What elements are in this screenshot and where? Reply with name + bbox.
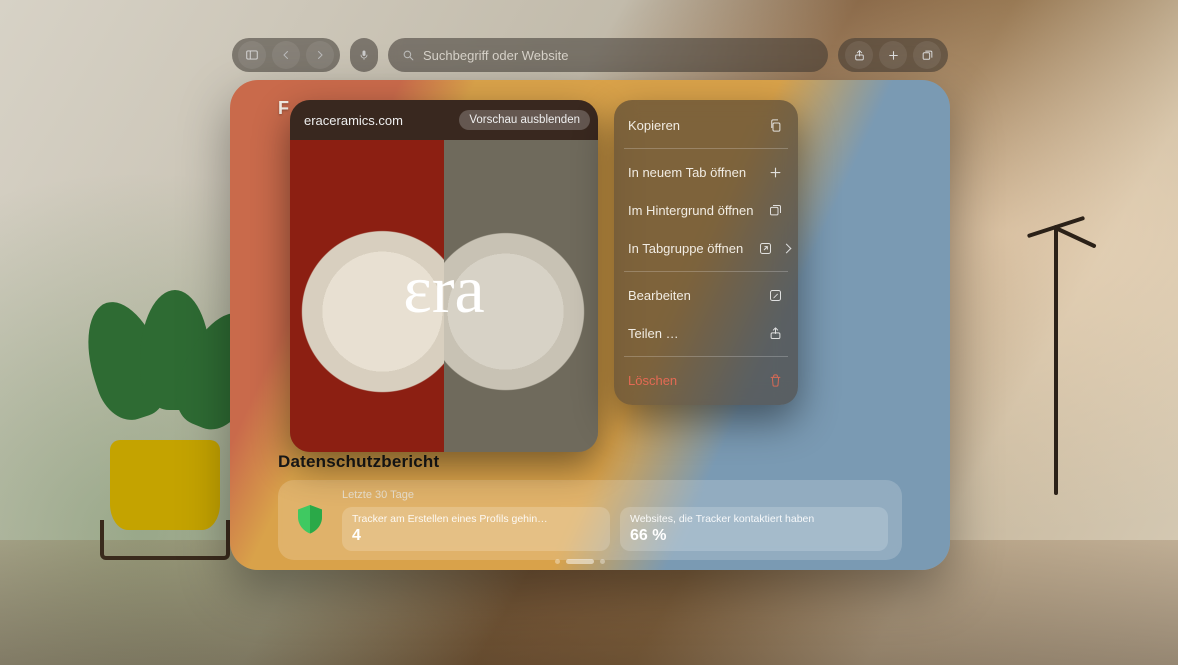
menu-label: Kopieren bbox=[628, 118, 680, 133]
search-icon bbox=[402, 49, 415, 62]
menu-label: In Tabgruppe öffnen bbox=[628, 241, 743, 256]
new-tab-button[interactable] bbox=[879, 41, 907, 69]
privacy-report-card[interactable]: Letzte 30 Tage Tracker am Erstellen eine… bbox=[278, 480, 902, 560]
menu-label: In neuem Tab öffnen bbox=[628, 165, 746, 180]
plus-icon bbox=[887, 49, 900, 62]
address-placeholder: Suchbegriff oder Website bbox=[423, 48, 569, 63]
privacy-tile-websites[interactable]: Websites, die Tracker kontaktiert haben … bbox=[620, 507, 888, 551]
tile-label: Tracker am Erstellen eines Profils gehin… bbox=[352, 513, 600, 525]
link-preview-panel: eraceramics.com Vorschau ausblenden εra bbox=[290, 100, 598, 452]
plant bbox=[70, 300, 250, 560]
address-bar[interactable]: Suchbegriff oder Website bbox=[388, 38, 828, 72]
page-indicator[interactable] bbox=[555, 558, 625, 564]
coat-rack bbox=[1054, 225, 1058, 495]
preview-header: eraceramics.com Vorschau ausblenden bbox=[290, 100, 598, 140]
privacy-period: Letzte 30 Tage bbox=[342, 489, 888, 501]
preview-logo-text: εra bbox=[290, 250, 598, 329]
forward-button[interactable] bbox=[306, 41, 334, 69]
tile-value: 4 bbox=[352, 527, 600, 545]
tile-label: Websites, die Tracker kontaktiert haben bbox=[630, 513, 878, 525]
menu-item-open-background[interactable]: Im Hintergrund öffnen bbox=[620, 191, 792, 229]
sidebar-icon bbox=[245, 48, 259, 62]
menu-label: Im Hintergrund öffnen bbox=[628, 203, 754, 218]
pencil-icon bbox=[766, 286, 784, 304]
preview-domain: eraceramics.com bbox=[304, 113, 403, 128]
menu-label: Teilen … bbox=[628, 326, 679, 341]
privacy-report-title: Datenschutzbericht bbox=[278, 452, 439, 472]
menu-item-share[interactable]: Teilen … bbox=[620, 314, 792, 352]
trash-icon bbox=[766, 371, 784, 389]
share-button[interactable] bbox=[845, 41, 873, 69]
shield-icon bbox=[292, 502, 328, 538]
menu-label: Löschen bbox=[628, 373, 677, 388]
tabs-overview-button[interactable] bbox=[913, 41, 941, 69]
menu-item-open-tabgroup[interactable]: In Tabgruppe öffnen bbox=[620, 229, 792, 267]
hide-preview-button[interactable]: Vorschau ausblenden bbox=[459, 110, 590, 130]
toolbar-actions-group bbox=[838, 38, 948, 72]
chevron-left-icon bbox=[280, 49, 292, 61]
chevron-right-icon bbox=[314, 49, 326, 61]
menu-label: Bearbeiten bbox=[628, 288, 691, 303]
tabs-icon bbox=[921, 49, 934, 62]
menu-item-delete[interactable]: Löschen bbox=[620, 361, 792, 399]
menu-separator bbox=[624, 356, 788, 357]
section-heading-partial: F bbox=[278, 98, 289, 119]
voice-search-button[interactable] bbox=[350, 38, 378, 72]
tile-value: 66 % bbox=[630, 527, 878, 545]
open-external-icon bbox=[756, 239, 774, 257]
microphone-icon bbox=[358, 48, 370, 62]
menu-separator bbox=[624, 148, 788, 149]
menu-item-copy[interactable]: Kopieren bbox=[620, 106, 792, 144]
menu-item-edit[interactable]: Bearbeiten bbox=[620, 276, 792, 314]
toolbar-nav-group bbox=[232, 38, 340, 72]
copy-icon bbox=[766, 116, 784, 134]
privacy-tile-trackers[interactable]: Tracker am Erstellen eines Profils gehin… bbox=[342, 507, 610, 551]
menu-item-open-new-tab[interactable]: In neuem Tab öffnen bbox=[620, 153, 792, 191]
tabs-icon bbox=[766, 201, 784, 219]
share-icon bbox=[853, 49, 866, 62]
share-icon bbox=[766, 324, 784, 342]
menu-separator bbox=[624, 271, 788, 272]
back-button[interactable] bbox=[272, 41, 300, 69]
plus-icon bbox=[766, 163, 784, 181]
context-menu: Kopieren In neuem Tab öffnen Im Hintergr… bbox=[614, 100, 798, 405]
sidebar-toggle-button[interactable] bbox=[238, 41, 266, 69]
browser-toolbar: Suchbegriff oder Website bbox=[232, 38, 948, 72]
privacy-details: Letzte 30 Tage Tracker am Erstellen eine… bbox=[342, 489, 888, 551]
